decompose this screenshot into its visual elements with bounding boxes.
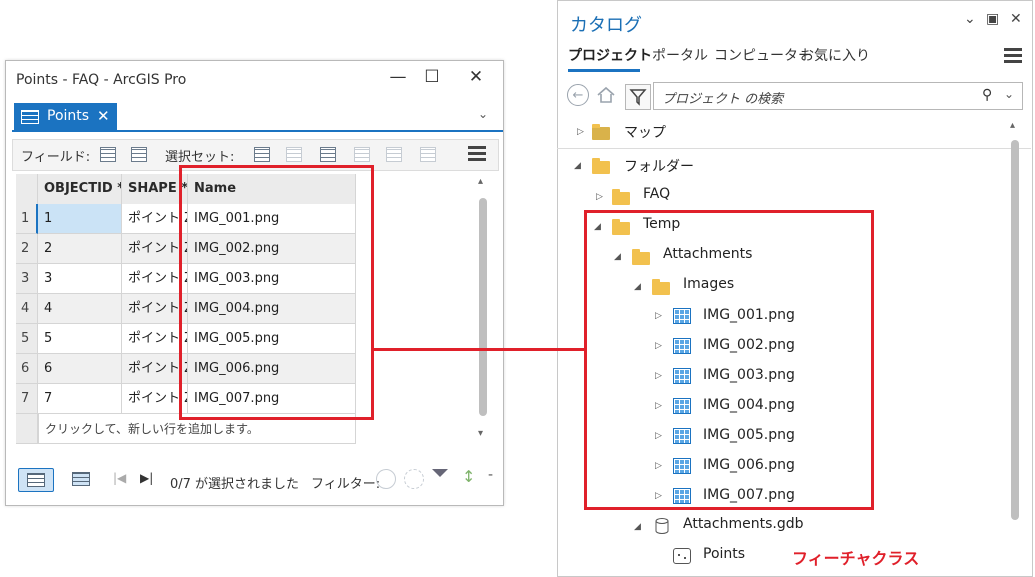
search-placeholder: プロジェクト の検索 [662,92,784,107]
tree-item-gdb[interactable]: Attachments.gdb [683,516,803,532]
table-scrollbar[interactable]: ▴ ▾ [476,174,490,444]
back-arrow-icon[interactable]: ← [567,84,589,106]
pane-maximize-icon[interactable]: ▣ [986,11,999,27]
search-icon[interactable]: ⚲ [982,87,992,103]
selection-label: 選択セット: [165,150,235,165]
row-number[interactable]: 1 [16,204,38,234]
column-header-objectid[interactable]: OBJECTID * [38,174,122,204]
tab-favorites[interactable]: お気に入り [800,45,870,65]
tab-portal[interactable]: ポータル [652,45,708,65]
connector-line [373,348,585,351]
point-feature-class-icon [673,548,691,564]
tab-points[interactable]: Points ✕ [14,103,117,130]
tree-item-faq[interactable]: FAQ [643,186,670,202]
expand-arrow-icon[interactable]: ▷ [577,127,584,137]
field-view-icon[interactable] [130,145,148,163]
more-icon[interactable]: - [488,467,493,483]
tab-project[interactable]: プロジェクト [568,45,652,65]
show-all-records-button[interactable] [18,468,54,492]
collapse-arrow-icon[interactable]: ◢ [574,161,581,171]
tab-computer[interactable]: コンピューター [714,45,812,65]
cell-objectid[interactable]: 4 [38,294,122,324]
status-bar: |◀ ▶| 0/7 が選択されました フィルター: ↕ - [12,461,497,501]
first-record-icon[interactable]: |◀ [113,471,126,485]
tree-item-folders[interactable]: フォルダー [624,156,694,176]
search-row: ← プロジェクト の検索 ⚲ ⌄ [563,80,1026,112]
row-number [16,414,38,444]
cell-objectid[interactable]: 7 [38,384,122,414]
scroll-up-icon[interactable]: ▴ [1010,120,1015,131]
selection-count: 0/7 が選択されました [170,477,300,492]
clear-selection-icon[interactable] [353,145,371,163]
scrollbar-thumb[interactable] [479,198,487,416]
geodatabase-icon [655,518,669,534]
catalog-scrollbar[interactable]: ▴ [1008,120,1022,570]
row-number[interactable]: 2 [16,234,38,264]
filter-icon[interactable] [432,469,448,485]
search-input[interactable]: プロジェクト の検索 ⚲ ⌄ [653,82,1023,110]
filter-label: フィルター: [311,477,381,492]
scroll-down-icon[interactable]: ▾ [478,428,483,439]
tree-item-points[interactable]: Points [703,546,745,562]
minimize-button[interactable]: — [384,65,412,89]
tab-strip: Points ✕ ⌄ [6,102,503,132]
cell-objectid[interactable]: 2 [38,234,122,264]
home-folder-icon [612,189,630,205]
highlight-name-column [179,165,374,420]
sort-icon[interactable]: ↕ [462,467,475,486]
row-number[interactable]: 5 [16,324,38,354]
highlight-temp-folder [584,210,874,510]
maximize-button[interactable]: ☐ [418,65,446,89]
menu-icon[interactable] [468,146,486,161]
menu-icon[interactable] [1004,48,1022,63]
home-icon[interactable] [595,84,619,108]
tab-underline [12,130,503,132]
folder-icon [592,158,610,174]
row-number[interactable]: 6 [16,354,38,384]
time-filter-icon[interactable] [376,469,396,489]
collapse-arrow-icon[interactable]: ◢ [634,522,641,532]
chevron-down-icon[interactable]: ⌄ [1004,87,1014,101]
cell-objectid[interactable]: 5 [38,324,122,354]
cell-objectid[interactable]: 3 [38,264,122,294]
delete-selection-icon[interactable] [385,145,403,163]
cell-objectid[interactable]: 1 [38,204,122,234]
select-by-attributes-icon[interactable] [253,145,271,163]
tab-label: Points [47,108,90,124]
active-tab-indicator [568,69,640,72]
tree-item-maps[interactable]: マップ [624,122,666,142]
last-record-icon[interactable]: ▶| [140,471,153,485]
show-selected-records-button[interactable] [64,468,98,490]
window-title: Points - FAQ - ArcGIS Pro [16,72,187,88]
range-filter-icon[interactable] [404,469,424,489]
pane-dropdown-icon[interactable]: ⌄ [964,11,976,27]
copy-selection-icon[interactable] [419,145,437,163]
chevron-down-icon[interactable]: ⌄ [478,107,488,121]
pane-close-icon[interactable]: ✕ [1010,11,1022,27]
map-folder-icon [592,124,610,140]
switch-selection-icon[interactable] [319,145,337,163]
select-all-corner[interactable] [16,174,38,204]
row-number[interactable]: 4 [16,294,38,324]
cell-objectid[interactable]: 6 [38,354,122,384]
expand-arrow-icon[interactable]: ▷ [596,192,603,202]
add-field-icon[interactable] [99,145,117,163]
tab-close-icon[interactable]: ✕ [97,103,110,130]
filter-icon[interactable] [625,84,651,110]
scroll-up-icon[interactable]: ▴ [478,176,483,187]
zoom-to-selection-icon[interactable] [285,145,303,163]
pane-title: カタログ [570,15,642,36]
divider [557,148,1031,149]
row-number[interactable]: 7 [16,384,38,414]
table-icon [21,110,39,124]
feature-class-annotation: フィーチャクラス [792,549,920,568]
scrollbar-thumb[interactable] [1011,140,1019,520]
close-button[interactable]: ✕ [462,65,490,89]
fields-label: フィールド: [21,150,91,165]
row-number[interactable]: 3 [16,264,38,294]
